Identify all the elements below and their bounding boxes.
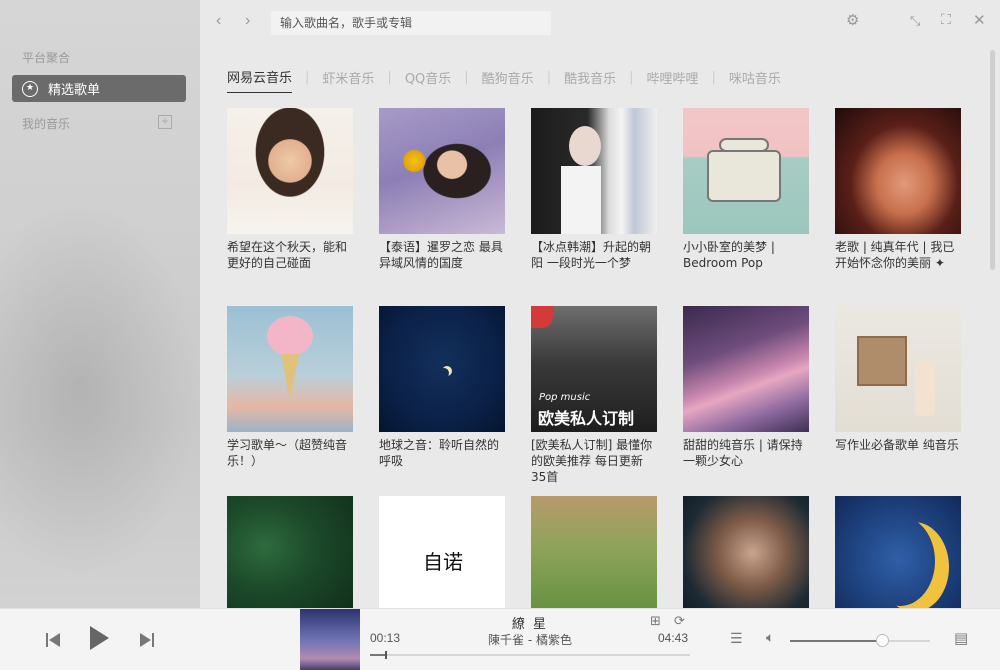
playlist-card[interactable]: 写作业必备歌单 纯音乐: [835, 306, 961, 453]
playlist-card[interactable]: [683, 496, 809, 622]
playlist-card[interactable]: 甜甜的纯音乐 | 请保持一颗少女心: [683, 306, 809, 469]
volume-slider[interactable]: [790, 634, 930, 647]
tab-divider: |: [387, 69, 392, 85]
player-bar: 繚 星 陳千雀 - 橘紫色 00:13 04:43 ⊞ ⟳ ☰ 🔈︎ ▤: [0, 608, 1000, 670]
playlist-title: [欧美私人订制] 最懂你的欧美推荐 每日更新35首: [531, 438, 653, 484]
playlist-cover[interactable]: [683, 496, 809, 622]
minimize-icon[interactable]: ⤡: [910, 13, 920, 29]
playlist-cover[interactable]: [531, 108, 657, 234]
playlist-card[interactable]: 自诺: [379, 496, 505, 622]
close-icon[interactable]: ✕: [973, 11, 986, 29]
add-to-playlist-icon[interactable]: ⊞: [650, 613, 661, 629]
playlist-card[interactable]: 学习歌单～（超赞纯音乐！）: [227, 306, 353, 469]
sidebar-background: [0, 200, 200, 580]
previous-track-icon[interactable]: [46, 633, 60, 647]
playlist-title: 老歌 | 纯真年代 | 我已开始怀念你的美丽 ✦: [835, 240, 955, 270]
top-bar: ‹ › ⚙ ⤡ ⛶ ✕: [200, 0, 1000, 44]
playlist-cover[interactable]: [531, 496, 657, 622]
now-playing-title: 繚 星: [511, 617, 549, 632]
playlist-title: 学习歌单～（超赞纯音乐！）: [227, 438, 348, 468]
playlist-card[interactable]: 【冰点韩潮】升起的朝阳 一段时光一个梦: [531, 108, 657, 271]
playlist-title: 甜甜的纯音乐 | 请保持一颗少女心: [683, 438, 803, 468]
cover-caption-small: Pop music: [539, 392, 591, 403]
volume-handle[interactable]: [876, 634, 890, 647]
playlist-card[interactable]: 老歌 | 纯真年代 | 我已开始怀念你的美丽 ✦: [835, 108, 961, 271]
playlist-card[interactable]: [227, 496, 353, 622]
sidebar-section-platform: 平台聚合: [22, 51, 71, 65]
star-icon: ★: [22, 80, 38, 97]
cover-caption: 自诺: [423, 550, 463, 574]
playlist-cover[interactable]: [379, 108, 505, 234]
playlist-cover[interactable]: [379, 306, 505, 432]
repeat-icon[interactable]: ⟳: [674, 613, 685, 629]
progress-handle[interactable]: [384, 651, 387, 659]
now-playing-cover[interactable]: [300, 609, 360, 670]
lyrics-icon[interactable]: ▤: [954, 629, 968, 647]
playlist-title: 【泰语】暹罗之恋 最具异域风情的国度: [379, 240, 503, 270]
forward-arrow-icon[interactable]: ›: [245, 12, 250, 30]
tab-divider: |: [629, 69, 634, 85]
sidebar-item-featured-playlists[interactable]: ★ 精选歌单: [12, 75, 186, 102]
next-track-icon[interactable]: [140, 633, 154, 647]
cover-caption-large: 欧美私人订制: [538, 409, 635, 428]
add-playlist-button[interactable]: +: [158, 115, 172, 129]
playlist-cover[interactable]: [835, 108, 961, 234]
total-duration: 04:43: [658, 631, 689, 645]
playlist-cover[interactable]: [227, 496, 353, 622]
tab-netease[interactable]: 网易云音乐: [227, 67, 293, 93]
playlist-title: 写作业必备歌单 纯音乐: [835, 438, 959, 452]
playback-progress[interactable]: [370, 651, 690, 659]
playlist-title: 地球之音：聆听自然的呼吸: [379, 438, 500, 468]
tab-kuwo[interactable]: 酷我音乐: [564, 68, 616, 93]
playlist-card[interactable]: 小小卧室的美梦 | Bedroom Pop: [683, 108, 809, 271]
tab-bilibili[interactable]: 哔哩哔哩: [646, 68, 698, 93]
playlist-title: 小小卧室的美梦 | Bedroom Pop: [683, 240, 775, 270]
tab-divider: |: [305, 69, 310, 85]
playlist-cover[interactable]: Pop music 欧美私人订制: [531, 306, 657, 432]
back-arrow-icon[interactable]: ‹: [216, 12, 221, 30]
progress-fill: [370, 654, 385, 656]
playlist-card[interactable]: [531, 496, 657, 622]
tab-qq[interactable]: QQ音乐: [405, 68, 451, 93]
playlist-queue-icon[interactable]: ☰: [730, 630, 743, 647]
playlist-cover[interactable]: 自诺: [379, 496, 505, 622]
tab-kugou[interactable]: 酷狗音乐: [482, 68, 534, 93]
settings-gear-icon[interactable]: ⚙: [846, 11, 859, 29]
tab-xiami[interactable]: 虾米音乐: [322, 68, 374, 93]
playlist-title: 【冰点韩潮】升起的朝阳 一段时光一个梦: [531, 240, 652, 270]
tab-divider: |: [711, 69, 716, 85]
fullscreen-icon[interactable]: ⛶: [941, 11, 951, 28]
playlist-card[interactable]: 地球之音：聆听自然的呼吸: [379, 306, 505, 469]
tab-divider: |: [464, 69, 469, 85]
tab-divider: |: [546, 69, 552, 85]
search-input[interactable]: [271, 11, 551, 35]
volume-icon[interactable]: 🔈︎: [766, 629, 774, 646]
play-icon[interactable]: [90, 626, 109, 650]
content-scrollbar[interactable]: [990, 50, 995, 270]
playlist-card[interactable]: 【泰语】暹罗之恋 最具异域风情的国度: [379, 108, 505, 271]
now-playing-artist: 陳千雀 - 橘紫色: [488, 633, 572, 647]
playlist-cover[interactable]: [683, 306, 809, 432]
playlist-cover[interactable]: [683, 108, 809, 234]
playlist-card[interactable]: Pop music 欧美私人订制 [欧美私人订制] 最懂你的欧美推荐 每日更新3…: [531, 306, 657, 485]
sidebar: 平台聚合 ★ 精选歌单 我的音乐 +: [0, 0, 200, 608]
sidebar-section-my-music: 我的音乐: [22, 117, 71, 131]
playlist-cover[interactable]: [227, 108, 353, 234]
playlist-cover[interactable]: [835, 496, 961, 622]
playlist-card[interactable]: 希望在这个秋天，能和更好的自己碰面: [227, 108, 353, 271]
elapsed-time: 00:13: [370, 631, 401, 645]
sidebar-item-label: 精选歌单: [48, 83, 101, 98]
playlist-cover[interactable]: [227, 306, 353, 432]
playlist-title: 希望在这个秋天，能和更好的自己碰面: [227, 240, 348, 270]
platform-tabs: 网易云音乐 | 虾米音乐 | QQ音乐 | 酷狗音乐 | 酷我音乐 | 哔哩哔哩…: [227, 67, 781, 93]
playlist-cover[interactable]: [835, 306, 961, 432]
volume-fill: [790, 640, 883, 642]
tab-migu[interactable]: 咪咕音乐: [729, 68, 781, 93]
playlist-card[interactable]: [835, 496, 961, 622]
